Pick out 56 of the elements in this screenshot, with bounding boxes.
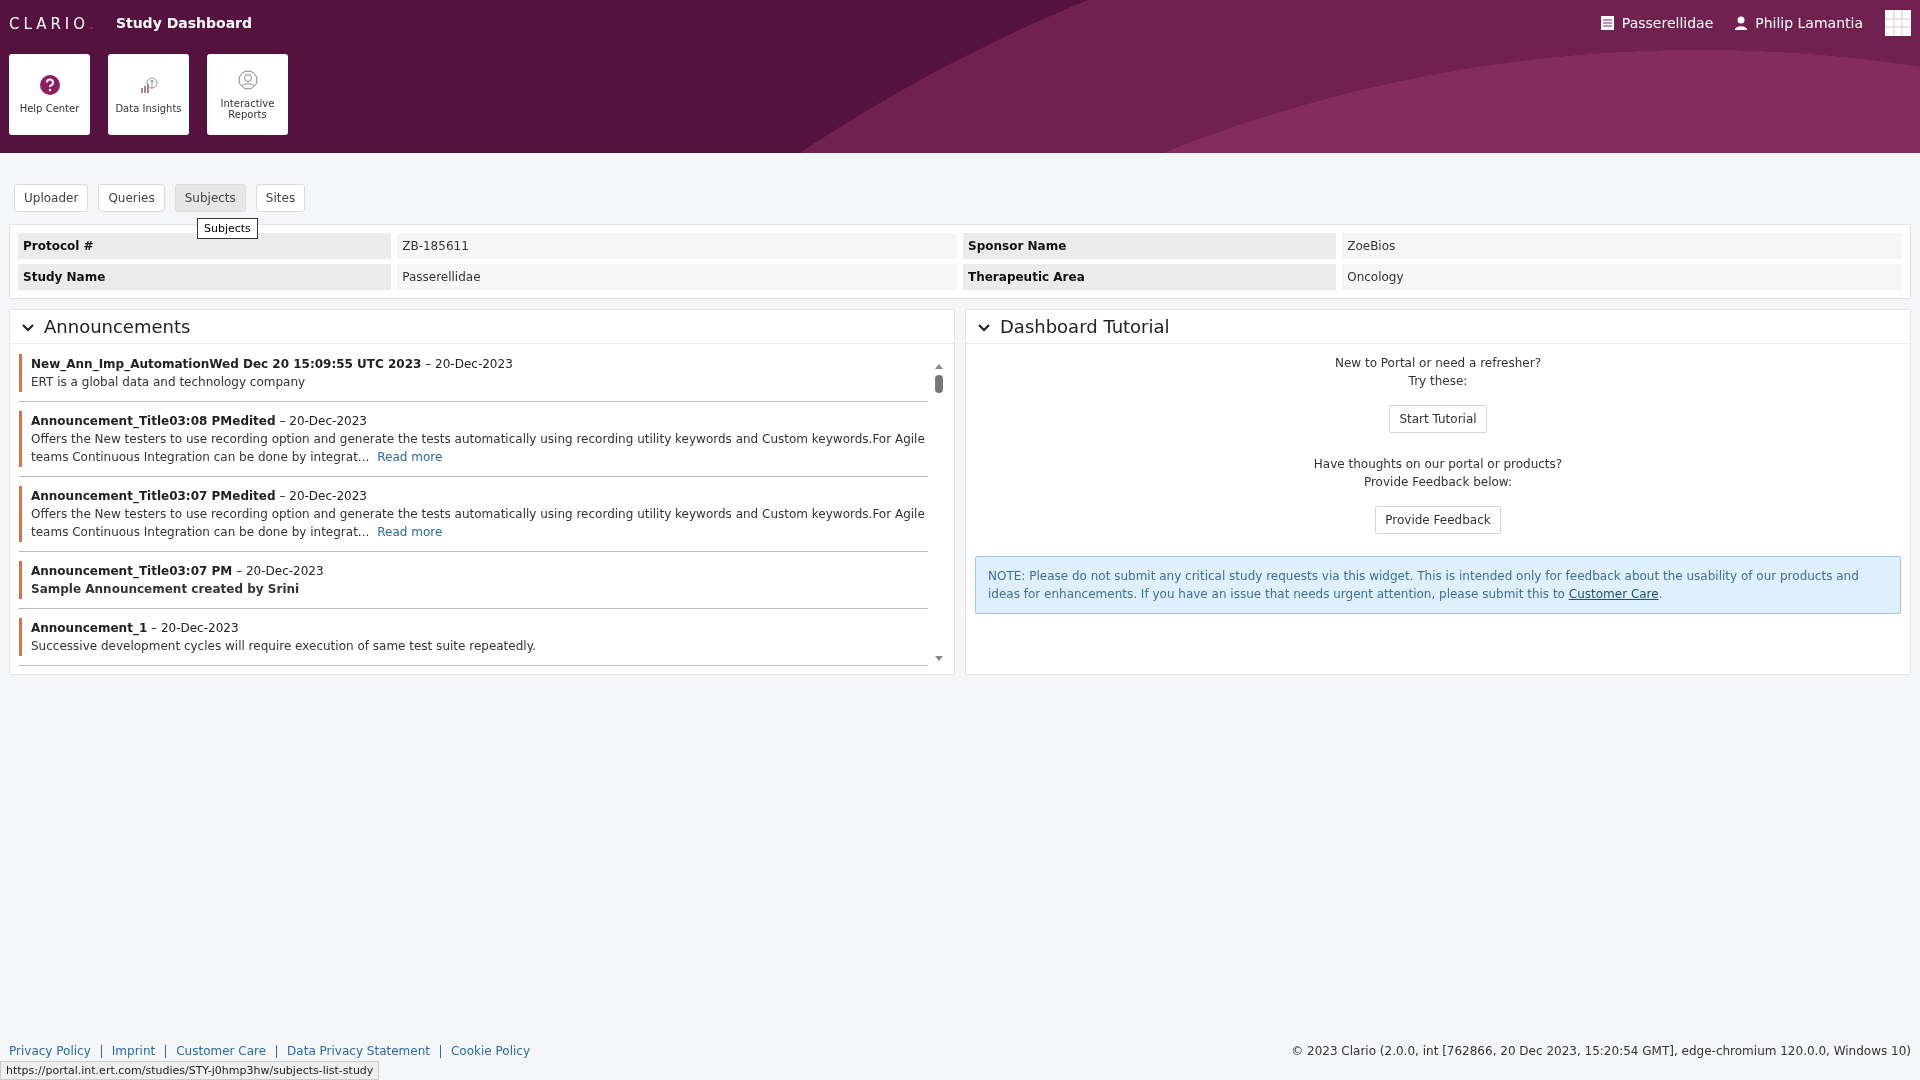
user-name[interactable]: Philip Lamantia [1755, 15, 1863, 31]
note-alert: NOTE: Please do not submit any critical study requests via this widget. This is intended only for feedback about the usability of our products and ideas for enhancements. If you have an issue that needs urgent attention, please submit this to Customer Care. [975, 556, 1901, 614]
read-more-link[interactable]: Read more [377, 525, 443, 539]
feedback-text: Have thoughts on our portal or products? Provide Feedback below: [1313, 456, 1563, 491]
chart-icon [138, 75, 159, 95]
info-value: Oncology [1342, 264, 1902, 290]
study-name[interactable]: Passerellidae [1621, 15, 1714, 31]
question-icon [39, 75, 60, 95]
provide-feedback-button[interactable]: Provide Feedback [1375, 506, 1501, 534]
info-label: Therapeutic Area [963, 264, 1337, 290]
scroll-up-icon[interactable] [935, 363, 943, 369]
info-label: Sponsor Name [963, 233, 1337, 259]
info-value: ZoeBios [1342, 233, 1902, 259]
announcement-title: Announcement_1 – 20-Dec-2023 [31, 620, 240, 637]
panel-title: Announcements [44, 316, 191, 337]
info-value: Passerellidae [397, 264, 957, 290]
footer-link[interactable]: Imprint [111, 1044, 156, 1058]
status-url: https://portal.int.ert.com/studies/STY-j0hmp3hw/subjects-list-study [0, 1061, 380, 1080]
announcement-title: Announcement_Title03:07 PM – 20-Dec-2023 [31, 563, 325, 580]
announcement-text: Offers the New testers to use recording option and generate the tests automatically using recording utility keywords and Custom keywords.For Agile teams Continuous Integration can be done by integrat... Read more [31, 506, 926, 541]
document-icon [1600, 16, 1614, 30]
read-more-link[interactable]: Read more [377, 450, 443, 464]
announcement-text: ERT is a global data and technology company [31, 374, 307, 391]
panel-title: Dashboard Tutorial [1000, 316, 1170, 337]
info-value: ZB-185611 [397, 233, 957, 259]
user-icon [1735, 16, 1748, 30]
footer-link[interactable]: Privacy Policy [9, 1044, 91, 1058]
tab[interactable]: Subjects [174, 184, 246, 212]
announcement-text: Sample Announcement created by Srini [31, 581, 301, 598]
tab[interactable]: Uploader [14, 184, 89, 212]
logo: CLARIO [9, 14, 90, 33]
announcement-text: Offers the New testers to use recording option and generate the tests automatically using recording utility keywords and Custom keywords.For Agile teams Continuous Integration can be done by integrat... Read more [31, 431, 926, 466]
page-title: Study Dashboard [115, 15, 253, 31]
footer-link[interactable]: Customer Care [176, 1044, 267, 1058]
tab[interactable]: Queries [98, 184, 165, 212]
tile-button[interactable]: Interactive Reports [207, 54, 288, 135]
announcement-title: Announcement_Title03:07 PMedited – 20-Dec-2023 [31, 488, 368, 505]
announcement-title: New_Ann_Imp_AutomationWed Dec 20 15:09:55 UTC 2023 – 20-Dec-2023 [31, 356, 514, 373]
start-tutorial-button[interactable]: Start Tutorial [1389, 405, 1487, 433]
footer-link[interactable]: Cookie Policy [451, 1044, 531, 1058]
footer-link[interactable]: Data Privacy Statement [287, 1044, 430, 1058]
customer-care-link[interactable]: Customer Care [1568, 587, 1659, 601]
scroll-thumb[interactable] [935, 375, 943, 393]
info-label: Study Name [18, 264, 392, 290]
info-label: Protocol # [18, 233, 392, 259]
tutorial-text: New to Portal or need a refresher? Try these: [1334, 355, 1542, 390]
tile-button[interactable]: Help Center [9, 54, 90, 135]
tooltip: Subjects [197, 218, 258, 239]
version-text: © 2023 Clario (2.0.0, int [762866, 20 Dec 2023, 15:20:54 GMT], edge-chromium 120.0.0, Windows 10) [1291, 1044, 1911, 1058]
scroll-down-icon[interactable] [935, 656, 943, 662]
announcement-text: Successive development cycles will require execution of same test suite repeatedly. [31, 638, 537, 655]
tile-button[interactable]: Data Insights [108, 54, 189, 135]
person-circle-icon [237, 69, 258, 90]
announcement-title: Announcement_Title03:08 PMedited – 20-Dec-2023 [31, 413, 368, 430]
tab[interactable]: Sites [255, 184, 306, 212]
logo-dot: . [89, 14, 94, 33]
